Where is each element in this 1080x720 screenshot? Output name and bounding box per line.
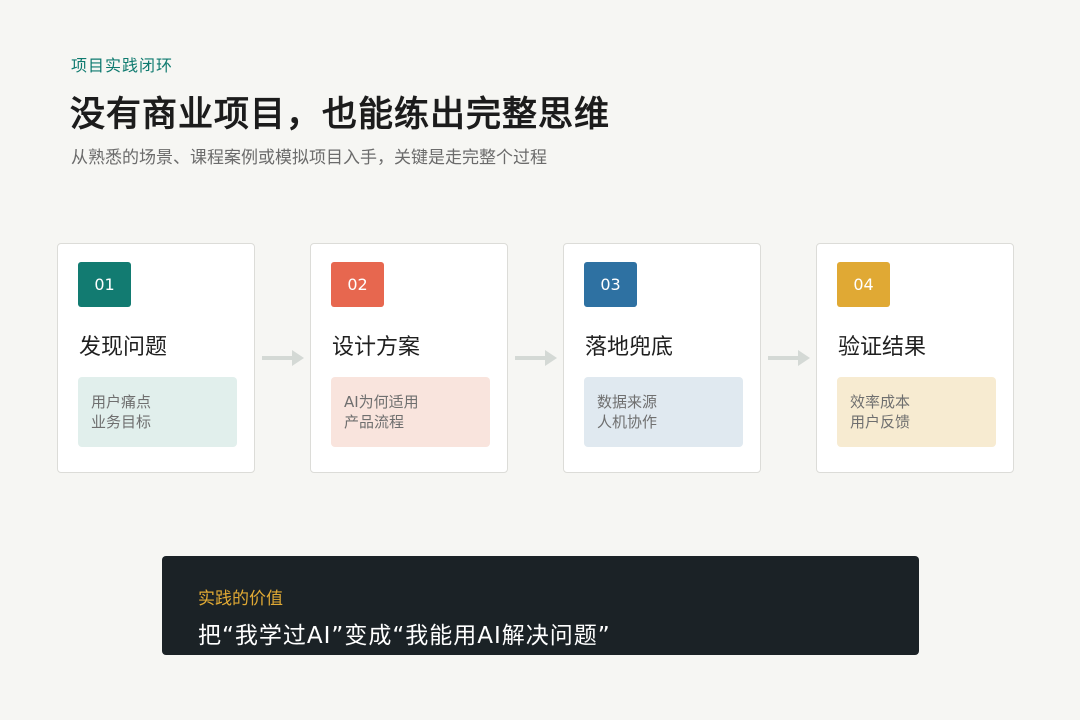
step-tag: 用户反馈 [850, 413, 911, 431]
step-title: 设计方案 [332, 335, 421, 360]
page-subtitle: 从熟悉的场景、课程案例或模拟项目入手，关键是走完整个过程 [71, 148, 547, 168]
callout-text: 把“我学过AI”变成“我能用AI解决问题” [198, 623, 611, 649]
callout-label: 实践的价值 [198, 589, 283, 609]
step-tag: 效率成本 [850, 393, 911, 411]
step-number-badge: 01 [78, 262, 131, 307]
step-tags: 用户痛点 业务目标 [78, 377, 237, 447]
step-title: 验证结果 [838, 335, 927, 360]
step-tag: 数据来源 [597, 393, 658, 411]
step-tags: 数据来源 人机协作 [584, 377, 743, 447]
step-title: 落地兜底 [585, 335, 674, 360]
step-tag: 用户痛点 [91, 393, 152, 411]
step-card-3: 03 落地兜底 数据来源 人机协作 [563, 243, 761, 473]
step-tags: AI为何适用 产品流程 [331, 377, 490, 447]
arrow-right-icon [768, 350, 810, 366]
eyebrow-label: 项目实践闭环 [71, 56, 174, 75]
step-card-2: 02 设计方案 AI为何适用 产品流程 [310, 243, 508, 473]
step-title: 发现问题 [79, 335, 168, 360]
arrow-right-icon [262, 350, 304, 366]
step-number-badge: 02 [331, 262, 384, 307]
step-tags: 效率成本 用户反馈 [837, 377, 996, 447]
step-number-badge: 03 [584, 262, 637, 307]
page-title: 没有商业项目，也能练出完整思维 [70, 95, 611, 135]
step-card-4: 04 验证结果 效率成本 用户反馈 [816, 243, 1014, 473]
arrow-right-icon [515, 350, 557, 366]
step-tag: AI为何适用 [344, 393, 419, 411]
step-tag: 业务目标 [91, 413, 152, 431]
step-number-badge: 04 [837, 262, 890, 307]
value-callout: 实践的价值 把“我学过AI”变成“我能用AI解决问题” [162, 556, 919, 655]
step-tag: 产品流程 [344, 413, 405, 431]
step-card-1: 01 发现问题 用户痛点 业务目标 [57, 243, 255, 473]
step-tag: 人机协作 [597, 413, 658, 431]
